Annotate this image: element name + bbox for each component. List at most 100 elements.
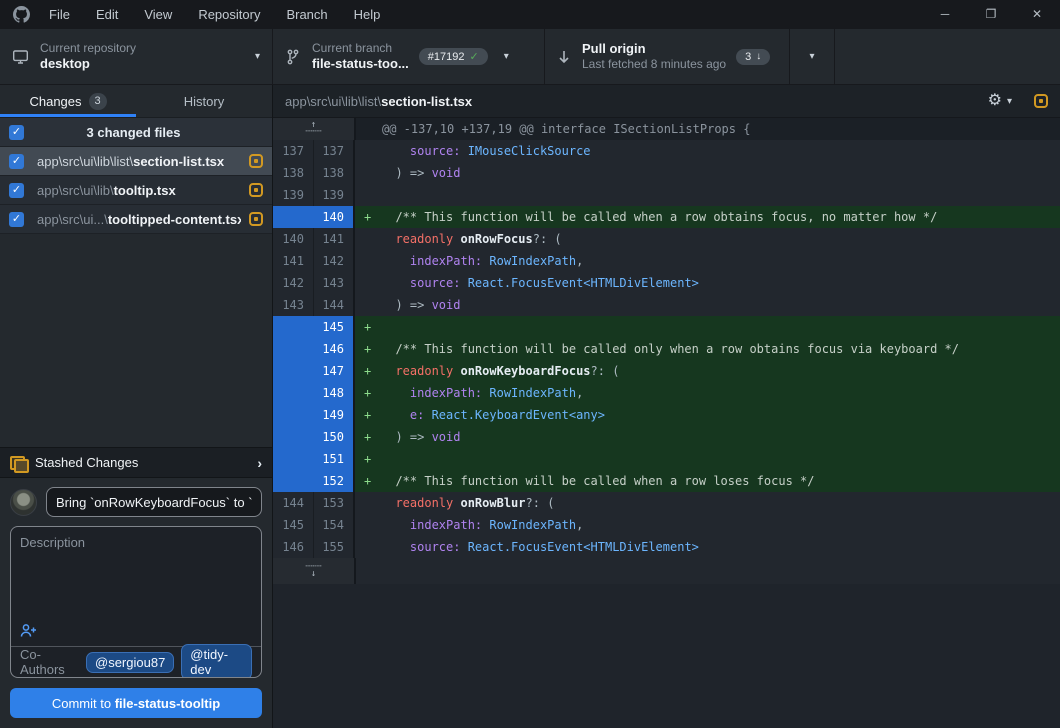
- code-text: [381, 184, 1060, 206]
- old-line-number: [273, 382, 314, 404]
- tab-history-label: History: [184, 94, 224, 109]
- close-button[interactable]: ✕: [1014, 0, 1060, 29]
- pull-origin-button[interactable]: Pull origin Last fetched 8 minutes ago 3…: [545, 29, 790, 84]
- menu-edit[interactable]: Edit: [83, 0, 131, 29]
- diff-marker: +: [355, 338, 381, 360]
- menu-file[interactable]: File: [36, 0, 83, 29]
- new-line-number: 155: [314, 536, 355, 558]
- code-segment: indexPath:: [410, 386, 482, 400]
- file-checkbox[interactable]: ✓: [9, 154, 24, 169]
- code-segment: [381, 408, 410, 422]
- fetch-dropdown-button[interactable]: ▾: [790, 29, 835, 84]
- code-segment: /** This function will be called only wh…: [381, 342, 959, 356]
- pr-check-badge[interactable]: #17192✓: [419, 48, 488, 65]
- diff-line[interactable]: 143144 ) => void: [273, 294, 1060, 316]
- file-row-section-list[interactable]: ✓ app\src\ui\lib\list\section-list.tsx: [0, 147, 272, 176]
- code-segment: onRowKeyboardFocus: [460, 364, 590, 378]
- commit-description-input[interactable]: [11, 527, 261, 619]
- hunk-header-text: @@ -137,10 +137,19 @@ interface ISection…: [356, 118, 750, 140]
- code-text: source: React.FocusEvent<HTMLDivElement>: [381, 536, 1060, 558]
- diff-marker: [355, 184, 381, 206]
- commit-button[interactable]: Commit to file-status-tooltip: [10, 688, 262, 718]
- chevron-down-icon: ▾: [1007, 96, 1012, 107]
- diff-line[interactable]: 138138 ) => void: [273, 162, 1060, 184]
- diff-line[interactable]: 140+ /** This function will be called wh…: [273, 206, 1060, 228]
- code-segment: React.FocusEvent<HTMLDivElement>: [460, 276, 698, 290]
- expand-up-icon[interactable]: ↑┄┄┄: [305, 122, 321, 136]
- code-text: /** This function will be called when a …: [381, 206, 1060, 228]
- new-line-number: 139: [314, 184, 355, 206]
- commit-summary-input[interactable]: [46, 487, 262, 517]
- current-repository-button[interactable]: Current repository desktop ▾: [0, 29, 273, 84]
- diff-line[interactable]: 149+ e: React.KeyboardEvent<any>: [273, 404, 1060, 426]
- diff-line[interactable]: 137137 source: IMouseClickSource: [273, 140, 1060, 162]
- new-line-number: 148: [314, 382, 355, 404]
- diff-line[interactable]: 142143 source: React.FocusEvent<HTMLDivE…: [273, 272, 1060, 294]
- include-all-checkbox[interactable]: ✓: [9, 125, 24, 140]
- file-row-tooltip[interactable]: ✓ app\src\ui\lib\tooltip.tsx: [0, 176, 272, 205]
- old-line-number: [273, 338, 314, 360]
- code-text: ) => void: [381, 426, 1060, 448]
- code-segment: void: [432, 166, 461, 180]
- new-line-number: 151: [314, 448, 355, 470]
- code-segment: ?: (: [526, 496, 555, 510]
- code-segment: [381, 496, 395, 510]
- new-line-number: 153: [314, 492, 355, 514]
- code-text: ) => void: [381, 162, 1060, 184]
- code-segment: source:: [410, 540, 461, 554]
- diff-line[interactable]: 150+ ) => void: [273, 426, 1060, 448]
- old-line-number: 144: [273, 492, 314, 514]
- code-segment: readonly: [395, 496, 460, 510]
- titlebar: File Edit View Repository Branch Help ─ …: [0, 0, 1060, 29]
- code-segment: ) =>: [381, 298, 432, 312]
- diff-line[interactable]: 139139: [273, 184, 1060, 206]
- file-name: tooltipped-content.tsx: [108, 212, 241, 227]
- stashed-changes-row[interactable]: Stashed Changes ›: [0, 447, 272, 478]
- menu-repository[interactable]: Repository: [185, 0, 273, 29]
- new-line-number: 147: [314, 360, 355, 382]
- current-branch-button[interactable]: Current branch file-status-too... #17192…: [273, 29, 545, 84]
- old-line-number: [273, 206, 314, 228]
- diff-line[interactable]: 148+ indexPath: RowIndexPath,: [273, 382, 1060, 404]
- pull-origin-subtitle: Last fetched 8 minutes ago: [582, 57, 726, 72]
- add-coauthor-icon[interactable]: [20, 623, 37, 643]
- code-text: indexPath: RowIndexPath,: [381, 514, 1060, 536]
- diff-line[interactable]: 144153 readonly onRowBlur?: (: [273, 492, 1060, 514]
- diff-marker: [355, 294, 381, 316]
- tab-history[interactable]: History: [136, 85, 272, 117]
- old-line-number: 142: [273, 272, 314, 294]
- maximize-button[interactable]: ❐: [968, 0, 1014, 29]
- menu-branch[interactable]: Branch: [273, 0, 340, 29]
- new-line-number: 146: [314, 338, 355, 360]
- code-segment: onRowBlur: [460, 496, 525, 510]
- minimize-button[interactable]: ─: [922, 0, 968, 29]
- diff-options-button[interactable]: ⚙▾: [988, 93, 1012, 109]
- chevron-down-icon[interactable]: ▾: [504, 51, 509, 62]
- diff-line[interactable]: 141142 indexPath: RowIndexPath,: [273, 250, 1060, 272]
- file-checkbox[interactable]: ✓: [9, 212, 24, 227]
- diff-line[interactable]: 146155 source: React.FocusEvent<HTMLDivE…: [273, 536, 1060, 558]
- expand-down-icon[interactable]: ┄┄┄↓: [305, 564, 321, 578]
- old-line-number: [273, 360, 314, 382]
- current-repository-label: Current repository: [40, 41, 136, 56]
- diff-line[interactable]: 147+ readonly onRowKeyboardFocus?: (: [273, 360, 1060, 382]
- code-text: readonly onRowKeyboardFocus?: (: [381, 360, 1060, 382]
- diff-line[interactable]: 152+ /** This function will be called wh…: [273, 470, 1060, 492]
- changed-files-header: ✓ 3 changed files: [0, 118, 272, 147]
- tab-changes[interactable]: Changes 3: [0, 85, 136, 117]
- new-line-number: 138: [314, 162, 355, 184]
- diff-line[interactable]: 151+: [273, 448, 1060, 470]
- gear-icon: ⚙: [988, 93, 1002, 109]
- code-segment: readonly: [395, 364, 460, 378]
- menu-help[interactable]: Help: [341, 0, 394, 29]
- diff-line[interactable]: 140141 readonly onRowFocus?: (: [273, 228, 1060, 250]
- file-row-tooltipped-content[interactable]: ✓ app\src\ui...\tooltipped-content.tsx: [0, 205, 272, 234]
- diff-line[interactable]: 145154 indexPath: RowIndexPath,: [273, 514, 1060, 536]
- file-checkbox[interactable]: ✓: [9, 183, 24, 198]
- coauthor-pill[interactable]: @tidy-dev: [181, 644, 252, 678]
- diff-line[interactable]: 146+ /** This function will be called on…: [273, 338, 1060, 360]
- coauthor-pill[interactable]: @sergiou87: [86, 652, 174, 673]
- menu-view[interactable]: View: [131, 0, 185, 29]
- commit-form: Co-Authors @sergiou87 @tidy-dev Commit t…: [0, 478, 272, 728]
- diff-line[interactable]: 145+: [273, 316, 1060, 338]
